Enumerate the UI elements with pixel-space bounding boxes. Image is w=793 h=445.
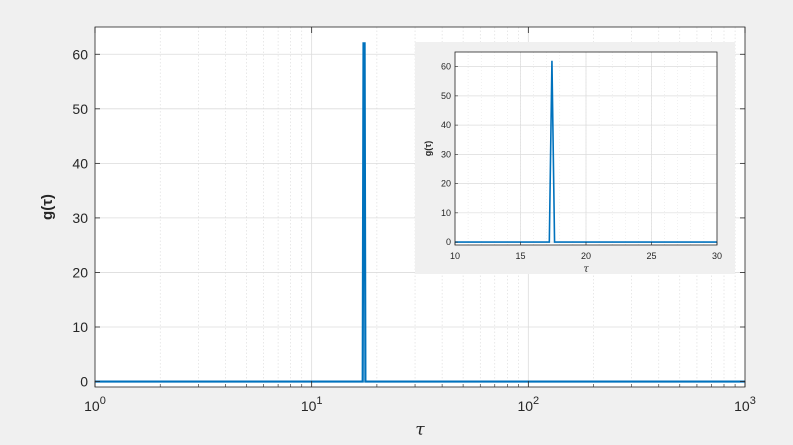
main-x-tick-exponent: 2 bbox=[533, 395, 539, 407]
inset-x-axis-label: τ bbox=[583, 264, 589, 275]
main-x-tick-label: 102 bbox=[517, 395, 539, 414]
main-x-tick-label: 100 bbox=[84, 395, 106, 414]
inset-y-tick-label: 10 bbox=[441, 208, 451, 218]
inset-x-tick-label: 25 bbox=[646, 251, 656, 261]
main-y-tick-label: 10 bbox=[72, 319, 88, 335]
main-y-tick-label: 60 bbox=[72, 46, 88, 62]
main-x-tick-base: 10 bbox=[301, 398, 317, 414]
main-y-axis-label: g(τ) bbox=[39, 194, 56, 220]
main-x-tick-base: 10 bbox=[84, 398, 100, 414]
inset-y-tick-label: 30 bbox=[441, 149, 451, 159]
main-y-tick-label: 20 bbox=[72, 264, 88, 280]
main-x-tick-exponent: 3 bbox=[750, 395, 756, 407]
inset-x-tick-label: 20 bbox=[581, 251, 591, 261]
inset-y-tick-label: 0 bbox=[446, 237, 451, 247]
inset-y-tick-label: 60 bbox=[441, 62, 451, 72]
inset-y-tick-label: 40 bbox=[441, 120, 451, 130]
main-y-tick-label: 30 bbox=[72, 210, 88, 226]
inset-y-tick-label: 20 bbox=[441, 179, 451, 189]
main-x-axis-label: τ bbox=[415, 420, 425, 440]
main-y-tick-label: 0 bbox=[80, 374, 88, 390]
main-x-tick-exponent: 0 bbox=[100, 395, 106, 407]
main-x-tick-label: 101 bbox=[301, 395, 323, 414]
figure: 0102030405060100 101 102 103 τ g(τ) 0102030… bbox=[39, 26, 756, 440]
inset-x-tick-label: 10 bbox=[450, 251, 460, 261]
inset-x-tick-label: 30 bbox=[712, 251, 722, 261]
inset-axes: 0 10 20 30 40 50 60 10 15 20 25 30 τ g(τ) bbox=[415, 42, 735, 275]
main-x-tick-exponent: 1 bbox=[316, 395, 322, 407]
inset-y-tick-label: 50 bbox=[441, 91, 451, 101]
main-x-tick-label: 103 bbox=[734, 395, 756, 414]
main-x-tick-base: 10 bbox=[734, 398, 750, 414]
main-y-tick-label: 40 bbox=[72, 155, 88, 171]
main-y-tick-label: 50 bbox=[72, 101, 88, 117]
inset-x-tick-label: 15 bbox=[515, 251, 525, 261]
main-x-tick-base: 10 bbox=[517, 398, 533, 414]
inset-y-axis-label: g(τ) bbox=[423, 141, 433, 157]
